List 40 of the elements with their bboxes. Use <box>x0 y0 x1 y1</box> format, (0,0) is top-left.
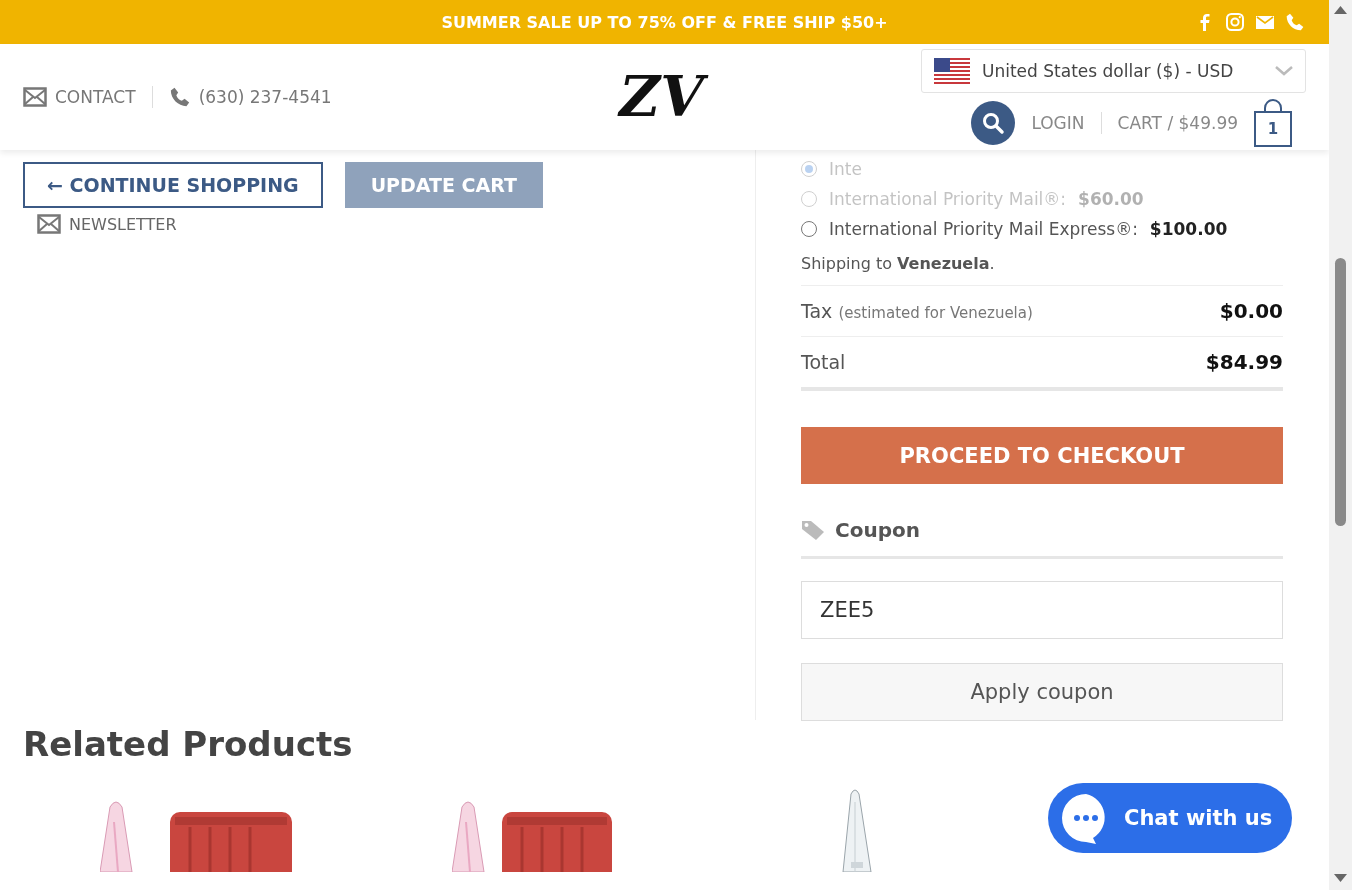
cart-link[interactable]: CART / $49.99 <box>1117 113 1238 133</box>
logo[interactable]: ZV <box>615 63 714 131</box>
total-label: Total <box>801 351 846 373</box>
checkout-button[interactable]: PROCEED TO CHECKOUT <box>801 427 1283 484</box>
currency-dropdown[interactable]: United States dollar ($) - USD <box>921 49 1306 93</box>
mail-icon <box>23 87 47 107</box>
promo-text: SUMMER SALE UP TO 75% OFF & FREE SHIP $50+ <box>441 12 888 32</box>
shipping-option-label: International Priority Mail Express®: <box>829 219 1138 239</box>
shipping-option-label: Inte <box>829 159 862 179</box>
phone-icon <box>168 86 191 108</box>
scroll-thumb[interactable] <box>1335 258 1346 526</box>
apply-coupon-button[interactable]: Apply coupon <box>801 663 1283 721</box>
mail-icon <box>37 214 61 234</box>
coupon-title: Coupon <box>835 518 920 542</box>
chevron-down-icon <box>1275 66 1293 76</box>
flag-icon <box>934 58 970 84</box>
phone-icon <box>1285 12 1305 32</box>
shipping-destination: Shipping to Venezuela. <box>801 254 996 273</box>
search-button[interactable] <box>971 101 1016 145</box>
shipping-price: $100.00 <box>1149 219 1228 239</box>
scroll-down-icon[interactable] <box>1334 874 1347 882</box>
shipping-option-label: International Priority Mail®: <box>829 189 1067 209</box>
coupon-field[interactable]: ZEE5 <box>801 581 1283 639</box>
contact-link[interactable]: CONTACT <box>55 87 136 107</box>
tag-icon <box>801 519 825 541</box>
chat-button[interactable]: Chat with us <box>1048 783 1292 853</box>
instagram-icon[interactable] <box>1225 12 1245 32</box>
newsletter-link[interactable]: NEWSLETTER <box>69 214 177 234</box>
phone-link[interactable]: (630) 237-4541 <box>198 87 332 107</box>
total-label: Tax <box>801 300 833 322</box>
total-note: (estimated for Venezuela) <box>838 304 1033 322</box>
scroll-up-icon[interactable] <box>1334 6 1347 14</box>
shipping-price: $60.00 <box>1078 189 1144 209</box>
section-title: Related Products <box>23 724 354 764</box>
continue-shopping-button[interactable]: ← CONTINUE SHOPPING <box>23 162 323 208</box>
login-link[interactable]: LOGIN <box>1031 113 1085 133</box>
scrollbar[interactable] <box>1329 0 1352 890</box>
total-value: $0.00 <box>1219 299 1283 323</box>
total-value: $84.99 <box>1205 350 1283 374</box>
search-icon <box>981 111 1006 135</box>
